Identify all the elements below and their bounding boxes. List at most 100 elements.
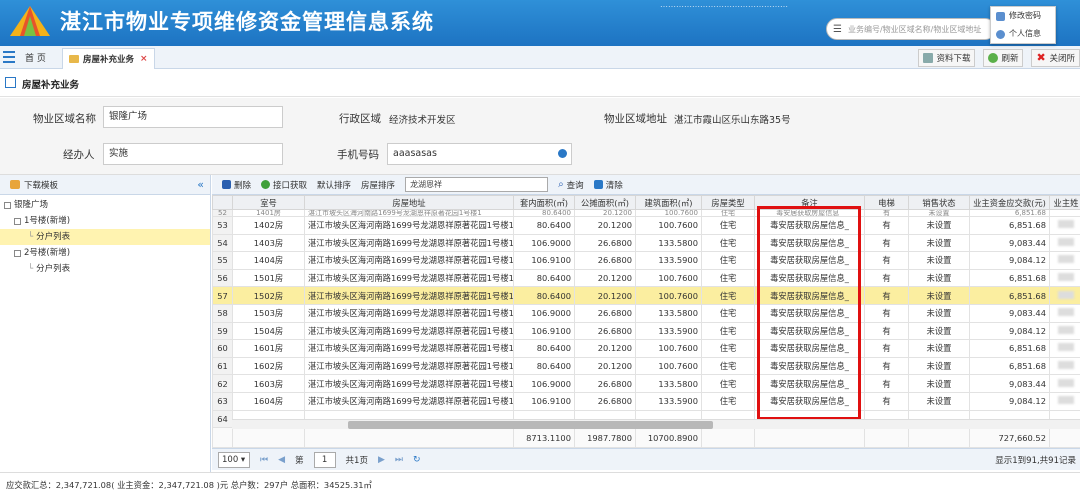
table-row[interactable]: 60 1601房 湛江市坡头区海河南路1699号龙湖恩祥原著花园1号楼1 80.640… <box>212 339 1080 358</box>
cell-type: 住宅 <box>701 251 755 270</box>
cell-inner: 106.9100 <box>513 391 575 411</box>
collapse-icon[interactable]: « <box>197 178 204 191</box>
checkbox-icon <box>4 201 11 209</box>
next-page-icon[interactable]: ▶ <box>378 455 385 465</box>
address-label: 物业区域地址 <box>604 113 667 125</box>
cell-owner-redacted <box>1049 268 1080 288</box>
house-sort-button[interactable]: 房屋排序 <box>361 179 395 191</box>
cell-room: 1403房 <box>232 233 305 253</box>
form-icon <box>5 77 16 88</box>
user-icon <box>996 29 1005 39</box>
scrollbar-thumb[interactable] <box>348 421 713 429</box>
horizontal-scrollbar[interactable] <box>232 419 1080 429</box>
column-header[interactable]: 业主资金应交款(元) <box>969 195 1050 210</box>
tree-node-unit-list-2[interactable]: └ 分户列表 <box>0 261 210 277</box>
cell-owner-redacted <box>1049 391 1080 411</box>
table-row[interactable]: 58 1503房 湛江市坡头区海河南路1699号龙湖恩祥原著花园1号楼1 106.90… <box>212 303 1080 323</box>
info-form: 物业区域名称 银隆广场 行政区域 经济技术开发区 物业区域地址 湛江市霞山区乐山… <box>0 98 1080 175</box>
global-search[interactable]: ☰ 业务编号/物业区域名称/物业区域地址 <box>826 18 996 40</box>
row-number: 63 <box>212 391 233 411</box>
tab-home[interactable]: 首 页 <box>25 51 46 64</box>
prev-page-icon[interactable]: ◀ <box>278 455 285 465</box>
cell-elevator: 有 <box>864 209 909 217</box>
page-size-select[interactable]: 100 ▾ <box>218 451 250 468</box>
cell-shared: 26.6800 <box>574 321 636 341</box>
redacted-block <box>1058 220 1074 229</box>
column-header[interactable]: 业主姓 <box>1049 195 1080 210</box>
tree-node-building-2[interactable]: 2号楼(新增) <box>0 245 210 261</box>
cell-shared: 26.6800 <box>574 233 636 253</box>
phone-field[interactable]: aaasasas <box>387 143 572 165</box>
default-sort-button[interactable]: 默认排序 <box>317 179 351 191</box>
column-header[interactable]: 建筑面积(㎡) <box>635 195 702 210</box>
right-toolbar: 资料下载 刷新 ✖ 关闭所 <box>918 48 1080 68</box>
tree-node-unit-list-1[interactable]: └ 分户列表 <box>0 229 210 245</box>
api-fetch-button[interactable]: 接口获取 <box>261 179 307 191</box>
table-row[interactable]: 59 1504房 湛江市坡头区海河南路1699号龙湖恩祥原著花园1号楼1 106.91… <box>212 321 1080 341</box>
cell-amount: 9,083.44 <box>969 233 1050 253</box>
grid-search-input[interactable]: 龙湖恩祥 <box>405 177 549 192</box>
region-name-field[interactable]: 银隆广场 <box>103 106 283 128</box>
cell-note: 毒安居获取房屋信息_ <box>754 268 865 288</box>
handler-field[interactable]: 实施 <box>103 143 283 165</box>
page-number-input[interactable]: 1 <box>313 451 336 468</box>
query-button[interactable]: ⌕ 查询 <box>558 179 584 191</box>
cell-room: 1402房 <box>232 216 305 235</box>
cell-address: 湛江市坡头区海河南路1699号龙湖恩祥原著花园1号楼1 <box>304 251 514 270</box>
reload-icon[interactable]: ↻ <box>413 455 421 465</box>
close-all-button[interactable]: ✖ 关闭所 <box>1031 49 1080 67</box>
redacted-block <box>1058 325 1074 334</box>
cell-amount: 9,083.44 <box>969 374 1050 393</box>
table-row[interactable]: 62 1603房 湛江市坡头区海河南路1699号龙湖恩祥原著花园1号楼1 106.90… <box>212 374 1080 393</box>
page-size-value: 100 <box>222 454 239 465</box>
cell-built: 100.7600 <box>635 268 702 288</box>
delete-button[interactable]: 删除 <box>222 179 251 191</box>
table-row[interactable]: 54 1403房 湛江市坡头区海河南路1699号龙湖恩祥原著花园1号楼1 106.90… <box>212 233 1080 253</box>
table-row-partial: 52 1401房 湛江市坡头区海河南路1699号龙湖恩祥原著花园1号楼1 80.640… <box>212 209 1080 217</box>
hamburger-icon[interactable] <box>3 51 15 63</box>
column-header[interactable]: 房屋类型 <box>701 195 755 210</box>
cell-note: 毒安居获取房屋信息_ <box>754 391 865 411</box>
checkbox-icon <box>14 217 21 225</box>
cell-status: 未设置 <box>908 374 970 393</box>
cell-address: 湛江市坡头区海河南路1699号龙湖恩祥原著花园1号楼1 <box>304 339 514 358</box>
column-header[interactable]: 公摊面积(㎡) <box>574 195 636 210</box>
table-row[interactable]: 53 1402房 湛江市坡头区海河南路1699号龙湖恩祥原著花园1号楼1 80.640… <box>212 216 1080 235</box>
column-header[interactable]: 备注 <box>754 195 865 210</box>
table-row[interactable]: 61 1602房 湛江市坡头区海河南路1699号龙湖恩祥原著花园1号楼1 80.640… <box>212 356 1080 376</box>
tree-node-building-1[interactable]: 1号楼(新增) <box>0 213 210 229</box>
cell-built: 100.7600 <box>635 286 702 305</box>
cell-shared: 20.1200 <box>574 286 636 305</box>
cell-type: 住宅 <box>701 233 755 253</box>
cell-room: 1503房 <box>232 303 305 323</box>
column-header[interactable]: 套内面积(㎡) <box>513 195 575 210</box>
menu-item-profile[interactable]: 个人信息 <box>991 25 1055 43</box>
tree-node-root[interactable]: 银隆广场 <box>0 197 210 213</box>
menu-item-change-password[interactable]: 修改密码 <box>991 7 1055 25</box>
close-all-label: 关闭所 <box>1049 54 1075 64</box>
table-row[interactable]: 56 1501房 湛江市坡头区海河南路1699号龙湖恩祥原著花园1号楼1 80.640… <box>212 268 1080 288</box>
table-row[interactable]: 57 1502房 湛江市坡头区海河南路1699号龙湖恩祥原著花园1号楼1 80.640… <box>212 286 1080 305</box>
row-number: 52 <box>212 209 233 217</box>
column-header[interactable]: 销售状态 <box>908 195 970 210</box>
download-template-button[interactable]: 下载模板 « <box>0 175 210 195</box>
table-row[interactable]: 63 1604房 湛江市坡头区海河南路1699号龙湖恩祥原著花园1号楼1 106.91… <box>212 391 1080 411</box>
cell-status: 未设置 <box>908 303 970 323</box>
redacted-block <box>1058 343 1074 352</box>
column-header[interactable]: 房屋地址 <box>304 195 514 210</box>
last-page-icon[interactable]: ⏭ <box>395 455 403 465</box>
tab-house-supplement[interactable]: 房屋补充业务 × <box>62 48 155 69</box>
cell-status: 未设置 <box>908 209 970 217</box>
table-row[interactable]: 55 1404房 湛江市坡头区海河南路1699号龙湖恩祥原著花园1号楼1 106.91… <box>212 251 1080 270</box>
clear-button[interactable]: 清除 <box>593 179 623 191</box>
cell-shared: 26.6800 <box>574 391 636 411</box>
column-header[interactable]: 室号 <box>232 195 305 210</box>
download-label: 资料下载 <box>936 54 971 64</box>
cell-owner-redacted <box>1049 303 1080 323</box>
column-header[interactable]: 电梯 <box>864 195 909 210</box>
first-page-icon[interactable]: ⏮ <box>260 455 268 465</box>
close-icon[interactable]: × <box>140 54 148 64</box>
refresh-button[interactable]: 刷新 <box>983 49 1024 67</box>
cell-note: 毒安居获取房屋信息_ <box>754 209 865 217</box>
download-button[interactable]: 资料下载 <box>918 49 976 67</box>
